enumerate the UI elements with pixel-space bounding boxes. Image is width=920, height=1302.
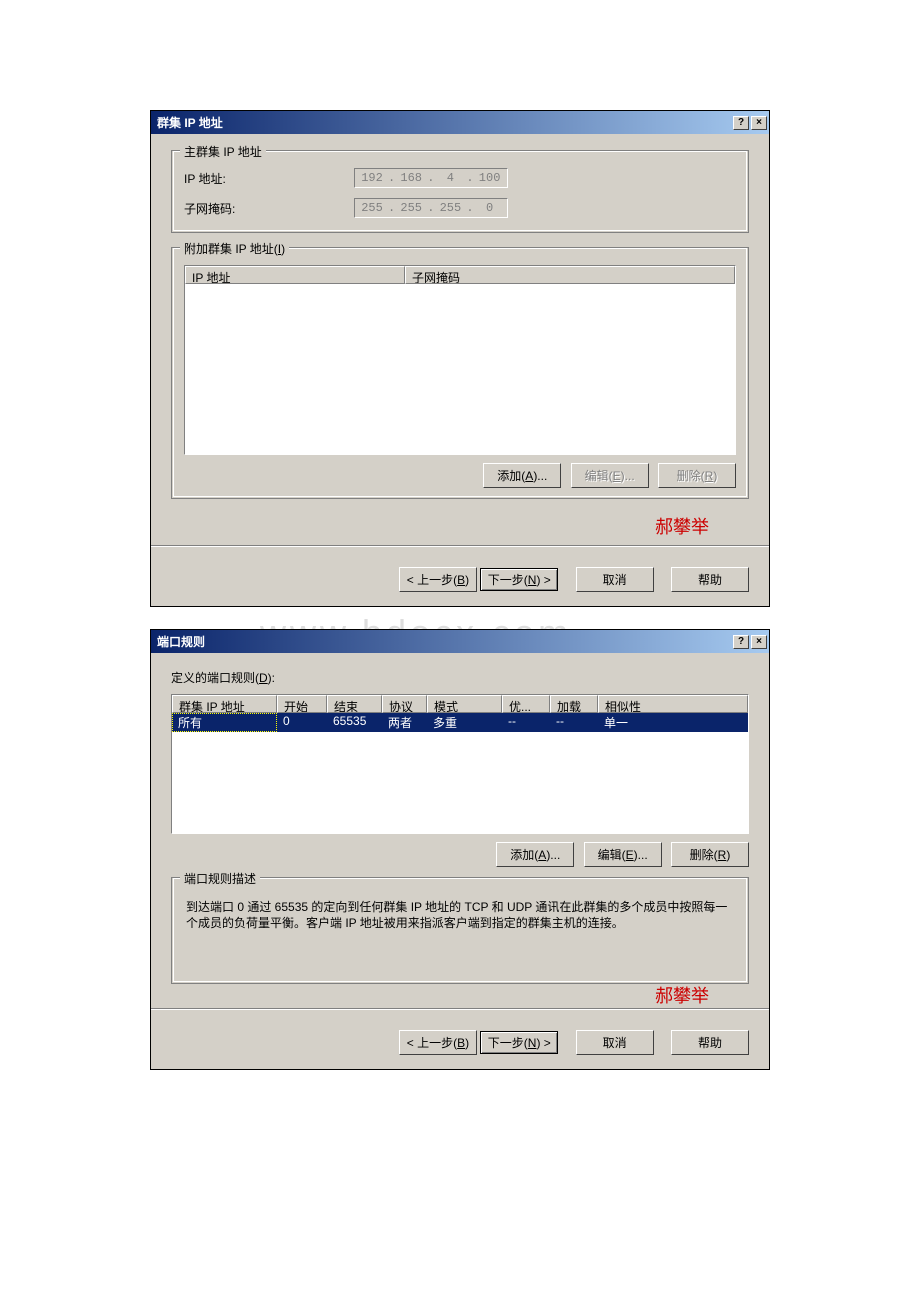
col-protocol[interactable]: 协议	[382, 695, 427, 713]
help-button[interactable]: 帮助	[671, 1030, 749, 1055]
main-cluster-ip-group: 主群集 IP 地址 IP 地址: 192. 168. 4. 100 子网掩码: …	[171, 150, 749, 233]
col-affinity[interactable]: 相似性	[598, 695, 748, 713]
mask-label: 子网掩码:	[184, 200, 354, 217]
list-body[interactable]: 所有 0 65535 两者 多重 -- -- 单一	[172, 713, 748, 833]
help-button[interactable]: 帮助	[671, 567, 749, 592]
group-legend: 端口规则描述	[180, 870, 260, 887]
titlebar: 端口规则 ? ×	[151, 630, 769, 653]
col-ip[interactable]: IP 地址	[185, 266, 405, 284]
delete-button[interactable]: 删除(R)	[658, 463, 736, 488]
col-priority[interactable]: 优...	[502, 695, 550, 713]
edit-button[interactable]: 编辑(E)...	[571, 463, 649, 488]
col-mode[interactable]: 模式	[427, 695, 502, 713]
back-button[interactable]: < 上一步(B)	[399, 1030, 477, 1055]
next-button[interactable]: 下一步(N) >	[480, 1031, 558, 1054]
help-icon[interactable]: ?	[733, 635, 749, 649]
table-row[interactable]: 所有 0 65535 两者 多重 -- -- 单一	[172, 713, 748, 732]
next-button[interactable]: 下一步(N) >	[480, 568, 558, 591]
cancel-button[interactable]: 取消	[576, 1030, 654, 1055]
signature: 郝攀举	[171, 982, 749, 1008]
dialog-title: 群集 IP 地址	[157, 114, 731, 131]
additional-ip-list[interactable]: IP 地址 子网掩码	[184, 265, 736, 455]
edit-button[interactable]: 编辑(E)...	[584, 842, 662, 867]
titlebar: 群集 IP 地址 ? ×	[151, 111, 769, 134]
col-mask[interactable]: 子网掩码	[405, 266, 735, 284]
delete-button[interactable]: 删除(R)	[671, 842, 749, 867]
back-button[interactable]: < 上一步(B)	[399, 567, 477, 592]
help-icon[interactable]: ?	[733, 116, 749, 130]
subnet-mask-input: 255. 255. 255. 0	[354, 198, 508, 218]
port-rules-label: 定义的端口规则(D):	[171, 669, 749, 686]
dialog-title: 端口规则	[157, 633, 731, 650]
group-legend: 主群集 IP 地址	[180, 143, 266, 160]
additional-cluster-ip-group: 附加群集 IP 地址(I) IP 地址 子网掩码 添加(A)... 编辑(E).…	[171, 247, 749, 499]
add-button[interactable]: 添加(A)...	[496, 842, 574, 867]
description-text: 到达端口 0 通过 65535 的定向到任何群集 IP 地址的 TCP 和 UD…	[184, 895, 736, 971]
close-icon[interactable]: ×	[751, 635, 767, 649]
ip-address-input: 192. 168. 4. 100	[354, 168, 508, 188]
ip-label: IP 地址:	[184, 170, 354, 187]
signature: 郝攀举	[171, 513, 749, 539]
list-body[interactable]	[185, 284, 735, 454]
col-load[interactable]: 加载	[550, 695, 598, 713]
col-end[interactable]: 结束	[327, 695, 382, 713]
cluster-ip-dialog: 群集 IP 地址 ? × 主群集 IP 地址 IP 地址: 192. 168. …	[150, 110, 770, 607]
group-legend: 附加群集 IP 地址(I)	[180, 240, 289, 257]
port-rules-list[interactable]: 群集 IP 地址 开始 结束 协议 模式 优... 加载 相似性 所有 0 65…	[171, 694, 749, 834]
close-icon[interactable]: ×	[751, 116, 767, 130]
add-button[interactable]: 添加(A)...	[483, 463, 561, 488]
col-cluster-ip[interactable]: 群集 IP 地址	[172, 695, 277, 713]
cancel-button[interactable]: 取消	[576, 567, 654, 592]
col-start[interactable]: 开始	[277, 695, 327, 713]
port-rules-dialog: 端口规则 ? × 定义的端口规则(D): 群集 IP 地址 开始 结束 协议 模…	[150, 629, 770, 1070]
port-rule-description-group: 端口规则描述 到达端口 0 通过 65535 的定向到任何群集 IP 地址的 T…	[171, 877, 749, 984]
